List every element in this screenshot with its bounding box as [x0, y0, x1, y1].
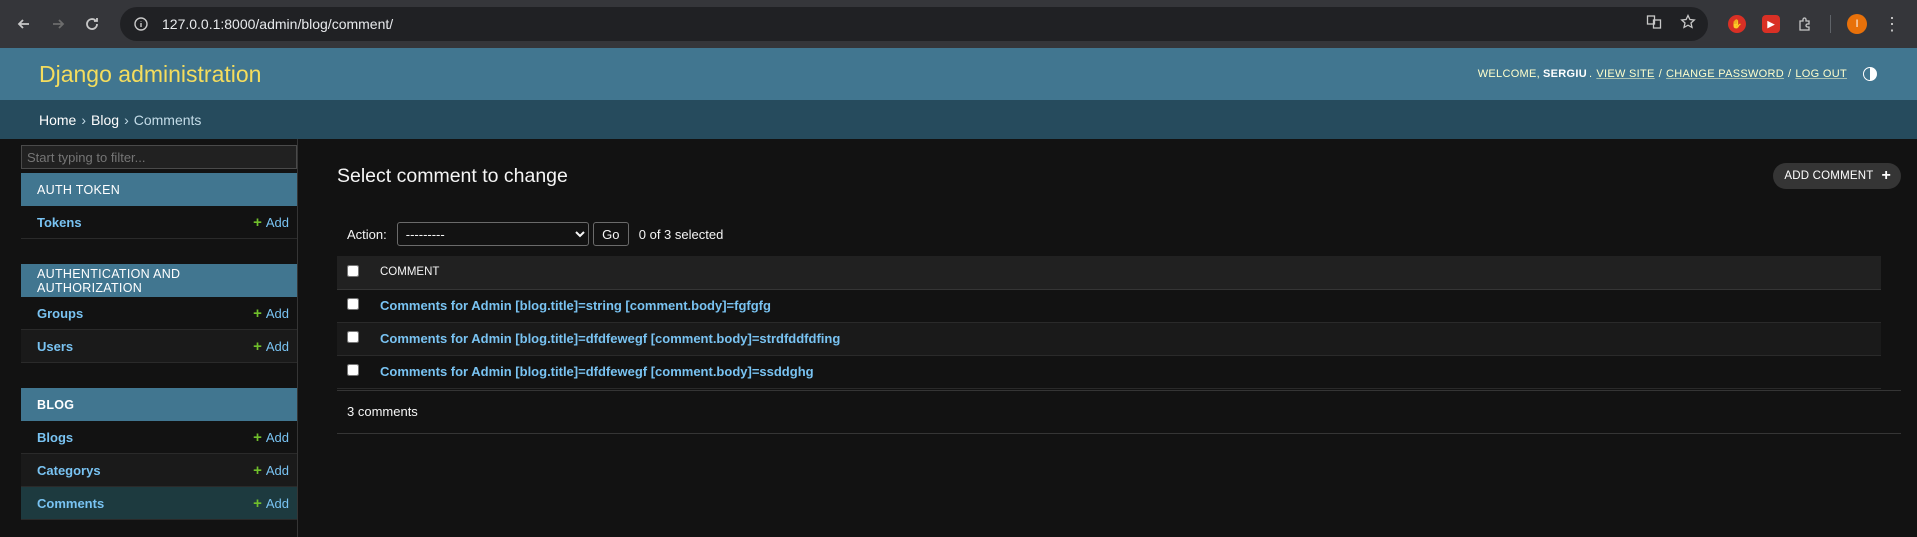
add-plus-icon: +	[253, 461, 262, 479]
column-header-comment[interactable]: Comment	[371, 256, 1881, 290]
browser-menu-icon[interactable]: ⋮	[1883, 15, 1901, 33]
result-list-table: Comment Comments for Admin [blog.title]=…	[337, 256, 1881, 389]
sidebar-add-tokens[interactable]: + Add	[253, 214, 289, 231]
admin-header: Django administration Welcome, SERGIU. V…	[0, 48, 1917, 100]
breadcrumb-blog[interactable]: Blog	[91, 112, 119, 128]
row-select-cell	[337, 322, 371, 356]
back-icon[interactable]	[10, 10, 38, 38]
row-checkbox[interactable]	[347, 364, 359, 376]
extension-media-icon[interactable]: ▶	[1762, 15, 1780, 33]
select-all-checkbox[interactable]	[347, 264, 359, 277]
go-button[interactable]: Go	[592, 222, 629, 246]
sidebar-link-categorys[interactable]: Categorys	[37, 463, 101, 478]
extensions-puzzle-icon[interactable]	[1796, 15, 1814, 33]
user-tools: Welcome, SERGIU. View site / Change passw…	[1478, 67, 1877, 81]
module-auth-token: Auth Token Tokens + Add	[21, 173, 297, 239]
bookmark-star-icon[interactable]	[1680, 13, 1696, 35]
page-title: Select comment to change	[337, 164, 568, 187]
breadcrumb-home[interactable]: Home	[39, 112, 76, 128]
sidebar-link-tokens[interactable]: Tokens	[37, 215, 82, 230]
content-main: Select comment to change Add comment + A…	[298, 139, 1917, 537]
add-plus-icon: +	[253, 337, 262, 355]
sidebar-link-users[interactable]: Users	[37, 339, 73, 354]
welcome-text: Welcome,	[1477, 68, 1541, 80]
url-text[interactable]: 127.0.0.1:8000/admin/blog/comment/	[162, 16, 1646, 32]
comment-cell: Comments for Admin [blog.title]=dfdfeweg…	[371, 355, 1881, 389]
module-caption[interactable]: Blog	[21, 388, 297, 421]
action-select[interactable]: ---------	[396, 222, 589, 246]
select-all-cell	[337, 256, 371, 290]
sidebar-item-users: Users + Add	[21, 330, 297, 363]
toolbar-divider	[1830, 15, 1831, 33]
add-label: Add	[265, 305, 289, 321]
table-header-row: Comment	[337, 256, 1881, 290]
breadcrumb-current: Comments	[133, 111, 202, 128]
add-label: Add	[265, 462, 289, 478]
comment-cell: Comments for Admin [blog.title]=dfdfeweg…	[371, 322, 1881, 356]
row-select-cell	[337, 355, 371, 389]
sidebar-item-groups: Groups + Add	[21, 297, 297, 330]
selection-counter: 0 of 3 selected	[638, 226, 724, 242]
module-auth: Authentication and Authorization Groups …	[21, 264, 297, 363]
sidebar-filter-input[interactable]	[21, 145, 297, 169]
username: SERGIU	[1543, 68, 1587, 80]
sidebar-link-comments[interactable]: Comments	[37, 496, 104, 511]
nav-sidebar: Auth Token Tokens +Add Authentication an…	[0, 139, 298, 537]
breadcrumb-separator: ›	[81, 111, 87, 128]
add-label: Add	[265, 214, 289, 230]
table-row: Comments for Admin [blog.title]=dfdfeweg…	[337, 322, 1881, 356]
row-select-cell	[337, 289, 371, 323]
sidebar-link-blogs[interactable]: Blogs	[37, 430, 73, 445]
change-password-link[interactable]: Change password	[1666, 68, 1784, 80]
sidebar-add-groups[interactable]: + Add	[253, 305, 289, 322]
forward-icon[interactable]	[44, 10, 72, 38]
sidebar-item-tokens: Tokens + Add	[21, 206, 297, 239]
sidebar-add-blogs[interactable]: + Add	[253, 429, 289, 446]
module-blog: Blog Blogs + Add Categorys + Add Comments …	[21, 388, 297, 520]
add-plus-icon: +	[253, 494, 262, 512]
sidebar-add-comments[interactable]: + Add	[253, 495, 289, 512]
comment-link[interactable]: Comments for Admin [blog.title]=dfdfeweg…	[380, 364, 814, 379]
sidebar-item-blogs: Blogs + Add	[21, 421, 297, 454]
action-label: Action:	[347, 226, 387, 242]
add-plus-icon: +	[253, 304, 262, 322]
add-comment-label: Add comment	[1784, 170, 1874, 182]
sidebar-add-users[interactable]: + Add	[253, 338, 289, 355]
sidebar-add-categorys[interactable]: + Add	[253, 462, 289, 479]
add-label: Add	[265, 495, 289, 511]
add-label: Add	[265, 338, 289, 354]
row-checkbox[interactable]	[347, 331, 359, 343]
reload-icon[interactable]	[78, 10, 106, 38]
paginator: 3 comments	[337, 389, 1901, 434]
address-bar[interactable]: 127.0.0.1:8000/admin/blog/comment/	[120, 7, 1708, 41]
add-plus-icon: +	[253, 213, 262, 231]
extension-hand-icon[interactable]: ✋	[1728, 15, 1746, 33]
row-checkbox[interactable]	[347, 298, 359, 310]
comment-cell: Comments for Admin [blog.title]=string […	[371, 289, 1881, 323]
translate-icon[interactable]	[1646, 14, 1662, 35]
comment-link[interactable]: Comments for Admin [blog.title]=string […	[380, 298, 771, 313]
sidebar-item-categorys: Categorys + Add	[21, 454, 297, 487]
actions-bar: Action: --------- Go 0 of 3 selected	[337, 221, 1901, 247]
comment-link[interactable]: Comments for Admin [blog.title]=dfdfeweg…	[380, 331, 840, 346]
plus-icon: +	[1881, 167, 1891, 184]
table-row: Comments for Admin [blog.title]=string […	[337, 289, 1881, 323]
add-plus-icon: +	[253, 428, 262, 446]
site-branding[interactable]: Django administration	[39, 61, 261, 88]
add-comment-button[interactable]: Add comment +	[1773, 163, 1901, 189]
sidebar-item-comments: Comments + Add	[21, 487, 297, 520]
site-info-icon[interactable]	[132, 15, 150, 33]
module-caption[interactable]: Authentication and Authorization	[21, 264, 297, 297]
breadcrumb: Home › Blog › Comments	[0, 100, 1917, 139]
view-site-link[interactable]: View site	[1596, 68, 1654, 80]
log-out-link[interactable]: Log out	[1795, 68, 1847, 80]
add-label: Add	[265, 429, 289, 445]
breadcrumb-separator: ›	[124, 111, 129, 128]
browser-toolbar: 127.0.0.1:8000/admin/blog/comment/ ✋ ▶ I…	[0, 0, 1917, 48]
sidebar-link-groups[interactable]: Groups	[37, 306, 83, 321]
theme-toggle-icon[interactable]	[1863, 67, 1877, 81]
profile-avatar[interactable]: I	[1847, 14, 1867, 34]
module-caption[interactable]: Auth Token	[21, 173, 297, 206]
table-row: Comments for Admin [blog.title]=dfdfeweg…	[337, 355, 1881, 389]
